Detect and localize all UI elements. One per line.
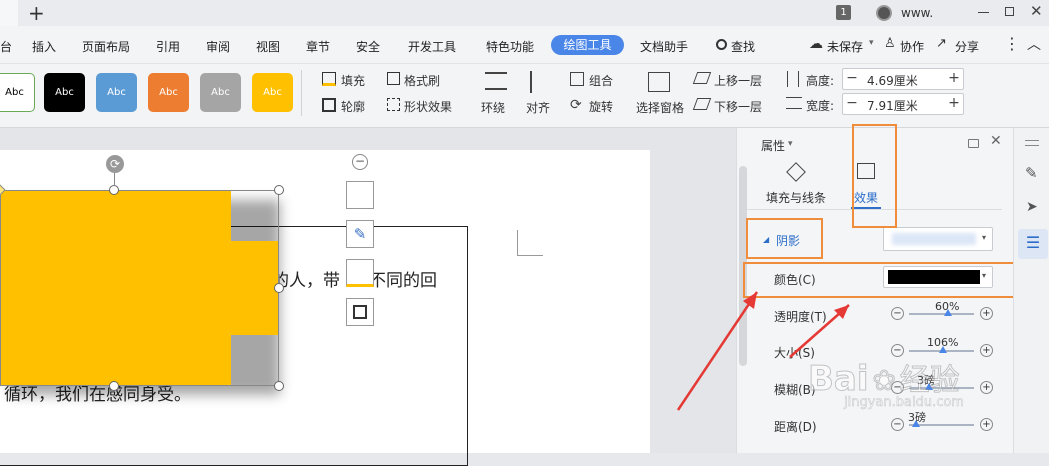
annotation-arrowhead-1 — [743, 292, 757, 309]
paw-icon: ❀ — [872, 364, 896, 398]
annotation-arrow-1 — [676, 291, 759, 411]
baidu-watermark: Bai ❀ 经验 jingyan.baidu.com — [808, 355, 965, 411]
watermark-brand: Bai — [808, 359, 870, 400]
watermark-brand2: 经验 — [899, 363, 960, 399]
watermark-url: jingyan.baidu.com — [844, 395, 964, 411]
